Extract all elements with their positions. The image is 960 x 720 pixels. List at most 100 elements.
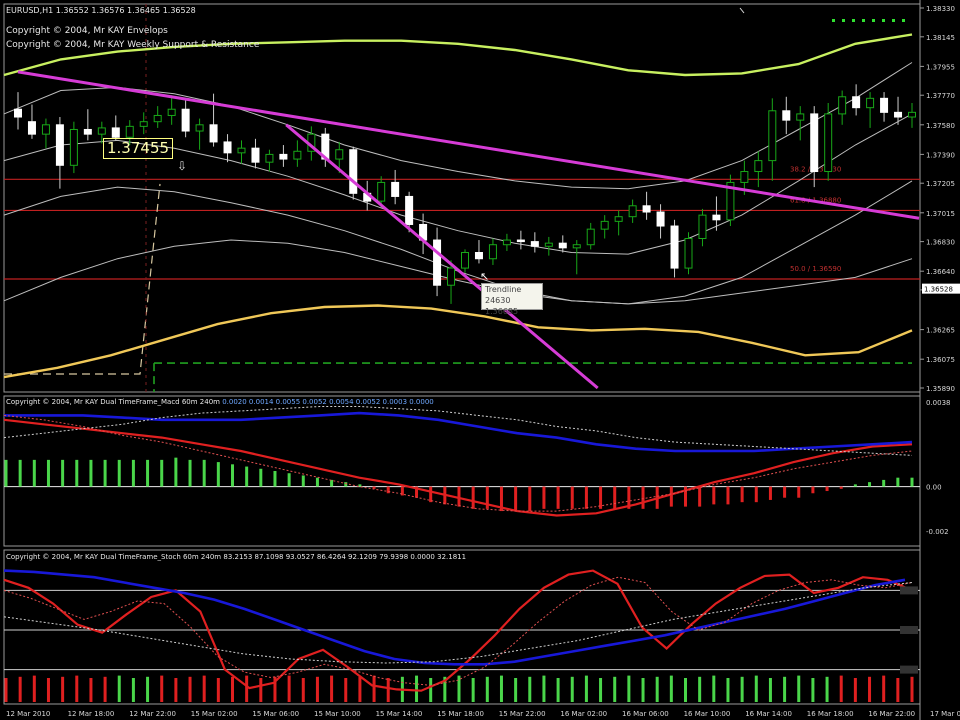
candle-bullish (908, 111, 916, 118)
candle-bullish (740, 171, 749, 183)
candle-bearish (27, 121, 36, 135)
signal-dot (852, 19, 855, 22)
signal-dot (832, 19, 835, 22)
candle-bullish (698, 214, 707, 239)
time-axis-label: 16 Mar 10:00 (684, 710, 731, 718)
candle-bullish (488, 244, 497, 260)
price-tick-label: 1.36075 (926, 356, 955, 364)
candle-bullish (125, 125, 134, 138)
price-tick-label: 1.37770 (926, 92, 955, 100)
candle-bullish (377, 181, 386, 202)
arrow-down-icon: ⇩ (177, 159, 187, 173)
price-tick-label: 1.37390 (926, 151, 955, 159)
trendline-tooltip-name: Trendline 24630 (485, 285, 522, 305)
time-axis-label: 15 Mar 10:00 (314, 710, 361, 718)
candle-bullish (461, 252, 469, 269)
macd-header: Copyright © 2004, Mr KAY Dual TimeFrame_… (6, 398, 434, 406)
price-tick-label: 1.38330 (926, 5, 955, 13)
price-tick-label: 1.36830 (926, 239, 955, 247)
candle-bullish (97, 127, 106, 135)
candle-bullish (754, 160, 763, 173)
macd-line-dotted-white (3, 406, 913, 456)
candle-bearish (405, 195, 414, 225)
time-axis-label: 15 Mar 06:00 (252, 710, 299, 718)
price-tick-label: 1.37955 (926, 63, 955, 71)
candle-bullish (153, 114, 162, 123)
macd-tick-label: 0.00 (926, 484, 942, 492)
stoch-level-tag (900, 626, 918, 634)
candle-bullish (768, 110, 777, 162)
candle-bullish (237, 147, 246, 154)
trendline-tooltip: Trendline 24630 1.36685 (481, 283, 543, 316)
trendline (285, 123, 599, 390)
ohlc-low: 1.36465 (127, 6, 161, 15)
time-axis-label: 15 Mar 14:00 (376, 710, 423, 718)
time-axis-label: 15 Mar 02:00 (191, 710, 238, 718)
candle-bullish (796, 113, 805, 121)
current-price-label: 1.36528 (924, 286, 953, 294)
candle-bearish (433, 239, 442, 286)
candle-bearish (656, 211, 665, 227)
macd-tick-label: -0.002 (926, 528, 949, 536)
candle-bullish (167, 108, 176, 116)
price-tick-label: 1.37205 (926, 180, 955, 188)
symbol-label: EURUSD,H1 (6, 6, 54, 15)
candle-bullish (544, 242, 553, 247)
stoch-line-dotted-white (3, 582, 913, 664)
candle-bullish (265, 153, 274, 163)
time-axis-label: 16 Mar 14:00 (745, 710, 792, 718)
candle-bullish (600, 220, 609, 230)
ohlc-close: 1.36528 (162, 6, 196, 15)
time-axis-label: 12 Mar 18:00 (68, 710, 115, 718)
candle-bullish (195, 124, 204, 132)
candle-bearish (712, 214, 721, 221)
ohlc-high: 1.36576 (91, 6, 125, 15)
candle-bearish (349, 149, 358, 194)
mouse-cursor-icon: ↖ (480, 270, 489, 283)
price-callout-label: 1.37455 (103, 138, 174, 159)
time-axis-label: 12 Mar 22:00 (129, 710, 176, 718)
candle-bullish (838, 96, 847, 115)
candle-bearish (642, 205, 651, 213)
stoch-values: 83.2153 87.1098 93.0527 86.4264 92.1209 … (223, 553, 467, 561)
candle-bearish (279, 153, 288, 160)
time-axis-label: 17 Mar 02:00 (930, 710, 960, 718)
time-axis-label: 16 Mar 18:00 (807, 710, 854, 718)
candle-bearish (223, 141, 232, 154)
signal-dot (902, 19, 905, 22)
signal-dot (892, 19, 895, 22)
ohlc-open: 1.36552 (55, 6, 89, 15)
price-tick-label: 1.37015 (926, 210, 955, 218)
stoch-title: Copyright © 2004, Mr KAY Dual TimeFrame_… (6, 553, 222, 561)
macd-title: Copyright © 2004, Mr KAY Dual TimeFrame_… (6, 398, 220, 406)
candle-bullish (628, 205, 637, 218)
symbol-header: EURUSD,H1 1.36552 1.36576 1.36465 1.3652… (6, 6, 196, 15)
candle-bearish (530, 241, 539, 247)
time-axis-label: 15 Mar 18:00 (437, 710, 484, 718)
candle-bearish (558, 242, 567, 249)
candle-bearish (782, 110, 791, 121)
price-tick-label: 1.36265 (926, 327, 955, 335)
trendline-tooltip-price: 1.36685 (485, 307, 519, 316)
stoch-level-tag (900, 586, 918, 595)
candle-bullish (447, 267, 456, 286)
candle-bullish (69, 128, 78, 166)
signal-dot (872, 19, 875, 22)
fib-level-label: 50.0 / 1.36590 (790, 265, 841, 273)
candle-bearish (516, 239, 525, 243)
envelope-white-band (3, 239, 913, 305)
candle-bullish (684, 237, 693, 269)
pane-border-0 (3, 3, 921, 393)
envelope-white-band (3, 180, 913, 305)
candle-bullish (41, 124, 50, 135)
price-tick-label: 1.38145 (926, 34, 955, 42)
candle-bearish (14, 108, 22, 118)
chart-canvas[interactable]: 1.38330 1.38145 1.37955 1.37770 1.37580 1.373… (0, 0, 960, 720)
candle-bearish (55, 124, 64, 166)
indicator-label-envelops: Copyright © 2004, Mr KAY Envelops (6, 26, 168, 36)
candle-bullish (824, 113, 833, 173)
candle-bearish (852, 96, 861, 109)
stoch-line-blue (3, 569, 906, 666)
candle-bullish (586, 228, 595, 246)
tick-marker (739, 7, 745, 14)
